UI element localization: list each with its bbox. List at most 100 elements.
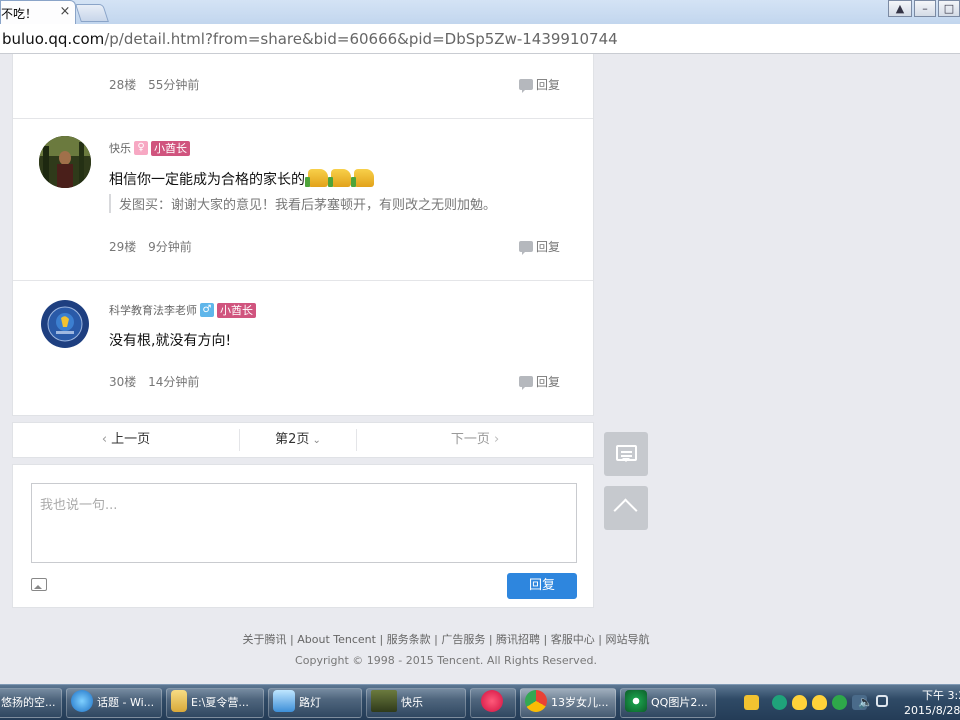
reply-link[interactable]: 回复 xyxy=(519,238,560,255)
taskbar-item[interactable]: 13岁女儿... xyxy=(520,688,616,718)
chevron-right-icon: › xyxy=(489,432,500,447)
footer-links[interactable]: 关于腾讯 | About Tencent | 服务条款 | 广告服务 | 腾讯招… xyxy=(0,631,892,647)
comment-icon xyxy=(519,79,533,93)
url-path: /p/detail.html?from=share&bid=60666&pid=… xyxy=(104,30,618,48)
maximize-button[interactable]: □ xyxy=(938,0,960,17)
taskbar-item[interactable]: QQ图片2... xyxy=(620,688,716,718)
comment-float-button[interactable] xyxy=(604,432,648,476)
chevron-left-icon: ‹ xyxy=(101,432,112,447)
app-icon xyxy=(273,690,295,712)
clock-time[interactable]: 下午 3:2 xyxy=(922,687,960,703)
taskbar-item-label: QQ图片2... xyxy=(651,696,708,709)
tray-app-icon[interactable] xyxy=(744,695,759,710)
thumbs-up-icon xyxy=(351,169,374,187)
post-time: 9分钟前 xyxy=(148,240,192,254)
thumbs-up-icon xyxy=(305,169,328,187)
reply-link[interactable]: 回复 xyxy=(519,373,560,390)
minimize-button[interactable]: – xyxy=(914,0,936,17)
back-to-top-button[interactable] xyxy=(604,486,648,530)
divider xyxy=(13,280,593,281)
username[interactable]: 快乐 xyxy=(109,140,131,156)
url-text[interactable]: buluo.qq.com/p/detail.html?from=share&bi… xyxy=(2,30,618,48)
avatar[interactable] xyxy=(39,136,91,188)
tab-title: 不吃！ xyxy=(1,7,38,21)
comment-icon xyxy=(616,445,637,462)
security-icon[interactable] xyxy=(772,695,787,710)
submit-reply-button[interactable]: 回复 xyxy=(507,573,577,599)
app-red-icon xyxy=(481,690,503,712)
avatar[interactable] xyxy=(39,298,91,350)
post-text: 没有根,就没有方向! xyxy=(109,333,232,349)
post-list: 28楼 55分钟前 回复 快乐 ♀ 小酋长 相信你一定能成为合格的家长的 发图买… xyxy=(12,54,594,416)
female-icon: ♀ xyxy=(134,141,148,155)
monitor-icon[interactable] xyxy=(876,695,888,707)
new-tab-button[interactable] xyxy=(75,4,109,22)
taskbar-item[interactable]: 路灯 xyxy=(268,688,362,718)
reply-link-label: 回复 xyxy=(536,375,561,389)
taskbar-item-label: 路灯 xyxy=(299,696,321,709)
male-icon: ♂ xyxy=(200,303,214,317)
current-page-label: 第2页 xyxy=(275,432,310,447)
school-emblem-avatar xyxy=(39,298,91,350)
folder-icon xyxy=(171,690,187,712)
taskbar-item-label: E:\夏令营... xyxy=(191,696,249,709)
clock-date[interactable]: 2015/8/28 xyxy=(904,704,960,717)
volume-icon[interactable]: 🔈 xyxy=(858,695,873,710)
reply-textarea[interactable]: 我也说一句... xyxy=(31,483,577,563)
taskbar-item[interactable]: 快乐 xyxy=(366,688,466,718)
page-select[interactable]: 第2页 ⌄ xyxy=(240,423,356,457)
post-meta: 29楼 9分钟前 xyxy=(109,238,200,255)
prev-page-label: 上一页 xyxy=(111,432,151,447)
qq-icon[interactable] xyxy=(792,695,807,710)
avatar-photo xyxy=(39,136,91,188)
image-upload-icon[interactable] xyxy=(31,578,47,591)
rank-badge: 小酋长 xyxy=(151,140,190,156)
comment-icon xyxy=(519,241,533,255)
taskbar-item[interactable] xyxy=(470,688,516,718)
browser-tab[interactable]: 不吃！ × xyxy=(0,0,76,24)
taskbar-item-label: 悠扬的空... xyxy=(1,696,56,709)
prev-page-button[interactable]: ‹ 上一页 xyxy=(13,423,239,457)
taskbar-item[interactable]: 话题 - Wi... xyxy=(66,688,162,718)
next-page-button[interactable]: 下一页 › xyxy=(357,423,593,457)
floor-number: 29楼 xyxy=(109,240,137,254)
post-author[interactable]: 快乐 ♀ 小酋长 xyxy=(109,140,190,156)
profile-button[interactable]: ▲ xyxy=(888,0,912,17)
taskbar-item[interactable]: 悠扬的空... xyxy=(0,688,62,718)
add-icon[interactable] xyxy=(832,695,847,710)
post-time: 55分钟前 xyxy=(148,78,200,92)
post-author[interactable]: 科学教育法李老师 ♂ 小酋长 xyxy=(109,302,256,318)
ie-icon xyxy=(71,690,93,712)
tab-close-icon[interactable]: × xyxy=(57,4,73,20)
qq-icon[interactable] xyxy=(812,695,827,710)
post-content: 没有根,就没有方向! xyxy=(109,330,231,350)
rank-badge: 小酋长 xyxy=(217,302,256,318)
browser-tab-bar: 不吃！ × ▲ – □ xyxy=(0,0,960,24)
comment-icon xyxy=(519,376,533,390)
reply-composer: 我也说一句... 回复 xyxy=(12,464,594,608)
next-page-label: 下一页 xyxy=(450,432,490,447)
taskbar-item-label: 话题 - Wi... xyxy=(97,696,155,709)
reply-link-label: 回复 xyxy=(536,240,561,254)
post-time: 14分钟前 xyxy=(148,375,200,389)
post-text: 相信你一定能成为合格的家长的 xyxy=(109,172,305,188)
post-content: 相信你一定能成为合格的家长的 xyxy=(109,169,374,189)
address-bar[interactable]: buluo.qq.com/p/detail.html?from=share&bi… xyxy=(0,24,960,54)
taskbar-item-label: 快乐 xyxy=(401,696,423,709)
divider xyxy=(13,118,593,119)
username[interactable]: 科学教育法李老师 xyxy=(109,302,197,318)
reply-link-label: 回复 xyxy=(536,78,561,92)
chevron-down-icon: ⌄ xyxy=(309,435,321,446)
post-meta: 28楼 55分钟前 xyxy=(109,76,207,93)
footer-copyright: Copyright © 1998 - 2015 Tencent. All Rig… xyxy=(295,654,597,667)
comment-icon-line xyxy=(621,455,632,457)
url-host: buluo.qq.com xyxy=(2,30,105,48)
floor-number: 28楼 xyxy=(109,78,137,92)
taskbar-item[interactable]: E:\夏令营... xyxy=(166,688,264,718)
photo-icon xyxy=(371,690,397,712)
chevron-up-icon xyxy=(613,498,638,523)
chrome-icon xyxy=(525,690,547,712)
post-meta: 30楼 14分钟前 xyxy=(109,373,207,390)
reply-link[interactable]: 回复 xyxy=(519,76,560,93)
quoted-reply: 发图买：谢谢大家的意见！我看后茅塞顿开，有则改之无则加勉。 xyxy=(109,194,496,213)
